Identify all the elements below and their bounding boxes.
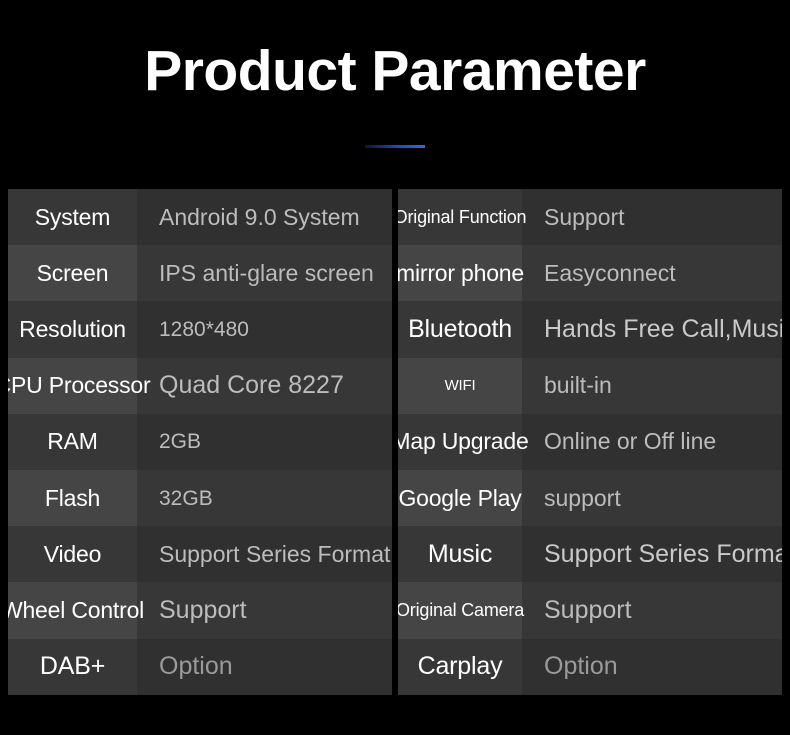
- spec-label: mirror phone: [398, 245, 524, 302]
- table-row: Resolution 1280*480: [8, 301, 392, 358]
- spec-label: Wheel Control: [8, 582, 144, 639]
- table-row: Original Camera Support: [398, 582, 782, 639]
- spec-label: Music: [398, 526, 522, 583]
- spec-label: Map Upgrade: [398, 413, 529, 470]
- spec-label: Original Camera: [398, 582, 524, 639]
- table-row: Carplay Option: [398, 638, 782, 695]
- table-row: Bluetooth Hands Free Call,Music: [398, 301, 782, 358]
- page-header: Product Parameter: [0, 0, 790, 186]
- table-row: Google Play support: [398, 469, 782, 527]
- spec-label: Video: [8, 526, 137, 583]
- spec-value: Support Series Format: [522, 526, 782, 583]
- spec-value: Option: [137, 638, 392, 695]
- table-row: mirror phone Easyconnect: [398, 245, 782, 302]
- spec-label: Flash: [8, 469, 137, 527]
- table-row: Map Upgrade Online or Off line: [398, 413, 782, 470]
- spec-value: Option: [522, 638, 782, 695]
- spec-label: System: [8, 189, 137, 246]
- spec-value: built-in: [522, 357, 782, 414]
- spec-value: Online or Off line: [522, 413, 782, 470]
- page-title: Product Parameter: [144, 39, 646, 103]
- spec-label: Resolution: [8, 301, 137, 358]
- table-row: Video Support Series Format: [8, 526, 392, 583]
- spec-label: RAM: [8, 413, 137, 470]
- table-row: System Android 9.0 System: [8, 189, 392, 246]
- spec-value: Support: [137, 582, 392, 639]
- spec-label: Google Play: [398, 469, 522, 527]
- spec-label: CPU Processor: [8, 357, 151, 414]
- table-row: Original Function Support: [398, 189, 782, 246]
- title-accent-underline: [365, 145, 425, 148]
- table-row: RAM 2GB: [8, 413, 392, 470]
- spec-label: Screen: [8, 245, 137, 302]
- spec-value: support: [522, 469, 782, 527]
- spec-value: Support: [522, 189, 782, 246]
- spec-table-left: System Android 9.0 System Screen IPS anti-g…: [8, 189, 392, 695]
- table-row: Flash 32GB: [8, 469, 392, 527]
- table-row: CPU Processor Quad Core 8227: [8, 357, 392, 414]
- table-row: Screen IPS anti-glare screen: [8, 245, 392, 302]
- spec-tables-region: System Android 9.0 System Screen IPS anti-g…: [0, 186, 790, 698]
- spec-value: IPS anti-glare screen: [137, 245, 392, 302]
- spec-value: Hands Free Call,Music: [522, 301, 782, 358]
- table-row: Wheel Control Support: [8, 582, 392, 639]
- spec-value: Easyconnect: [522, 245, 782, 302]
- spec-label: Original Function: [398, 189, 527, 246]
- spec-value: Support: [522, 582, 782, 639]
- spec-label: DAB+: [8, 638, 137, 695]
- spec-label: Bluetooth: [398, 301, 522, 358]
- spec-value: 1280*480: [137, 301, 392, 358]
- spec-value: 2GB: [137, 413, 392, 470]
- table-row: DAB+ Option: [8, 638, 392, 695]
- spec-label: WIFI: [398, 357, 522, 414]
- table-row: Music Support Series Format: [398, 526, 782, 583]
- spec-label: Carplay: [398, 638, 522, 695]
- spec-table-right: Original Function Support mirror phone Easy…: [398, 189, 782, 695]
- spec-value: Quad Core 8227: [137, 357, 392, 414]
- table-row: WIFI built-in: [398, 357, 782, 414]
- spec-value: 32GB: [137, 469, 392, 527]
- spec-value: Android 9.0 System: [137, 189, 392, 246]
- spec-value: Support Series Format: [137, 526, 392, 583]
